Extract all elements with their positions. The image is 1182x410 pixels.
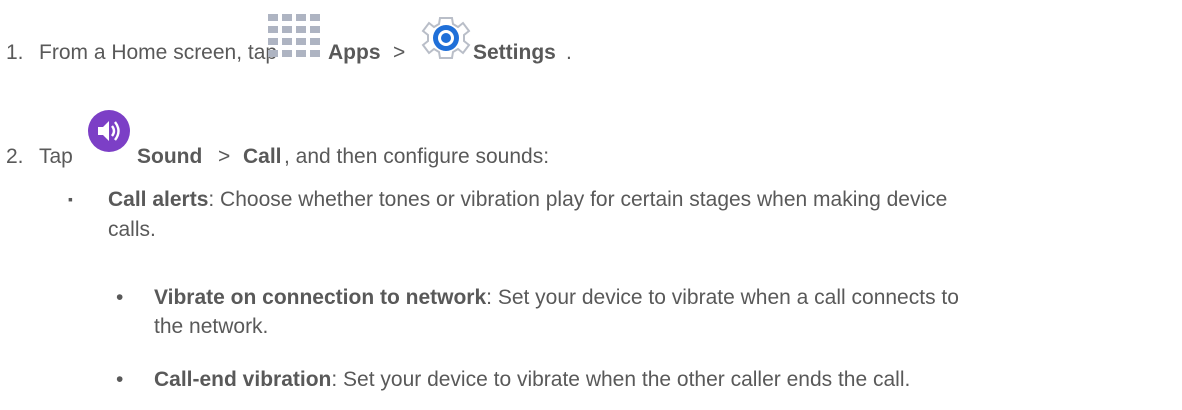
step-text: From a Home screen, tap [39,41,278,64]
vibrate-connection-desc: : Set your device to vibrate when a call… [486,286,959,309]
call-label: Call [243,145,282,168]
step-suffix: . [566,41,572,64]
call-alerts-text: Call alerts: Choose whether tones or vib… [108,188,947,212]
settings-gear-icon [421,17,471,59]
sound-label: Sound [137,145,203,168]
step-suffix: , and then configure sounds: [284,145,550,168]
dot-bullet: • [116,286,124,309]
separator: > [218,145,231,168]
call-end-title: Call-end vibration [154,368,332,391]
apps-label: Apps [328,41,381,64]
square-bullet: ▪ [68,191,73,207]
separator: > [393,41,406,64]
step-number: 1. [6,41,24,64]
dot-bullet: • [116,368,124,391]
call-end-text: Call-end vibration: Set your device to v… [154,368,910,392]
vibrate-connection-desc-cont: the network. [154,315,269,338]
step-number: 2. [6,145,24,168]
sound-speaker-icon [88,110,130,152]
call-end-desc: : Set your device to vibrate when the ot… [331,368,911,391]
vibrate-connection-text: Vibrate on connection to network: Set yo… [154,286,959,310]
apps-grid-icon [268,14,320,57]
step-text: Tap [39,145,73,168]
vibrate-connection-title: Vibrate on connection to network [154,286,487,309]
call-alerts-title: Call alerts [108,188,209,211]
call-alerts-desc: : Choose whether tones or vibration play… [208,188,948,211]
call-alerts-desc-cont: calls. [108,218,156,241]
settings-label: Settings [473,41,556,64]
